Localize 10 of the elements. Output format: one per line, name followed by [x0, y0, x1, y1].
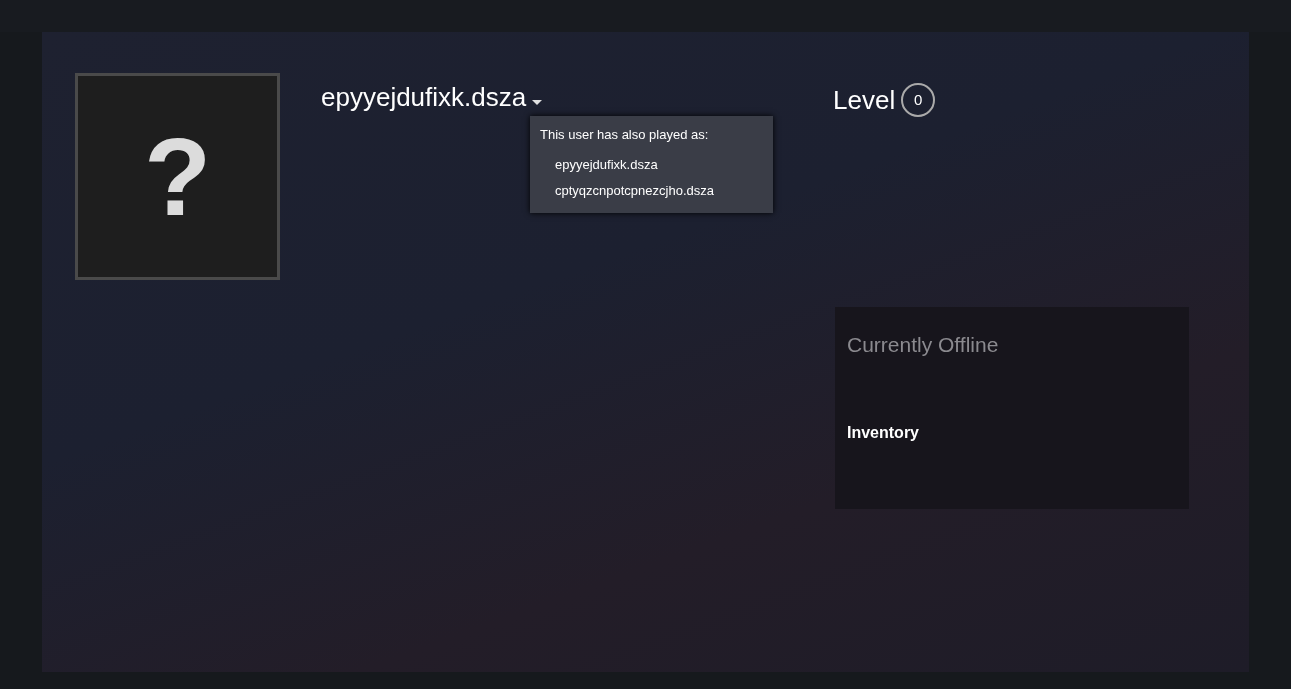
profile-name: epyyejdufixk.dsza [321, 84, 527, 110]
level-badge: 0 [901, 83, 936, 117]
caret-icon[interactable] [532, 100, 543, 106]
popup-title: This user has also played as: [540, 126, 710, 144]
status-text: Currently Offline [847, 332, 1000, 358]
alias-name[interactable]: epyyejdufixk.dsza [540, 157, 765, 171]
alias-name[interactable]: cptyqzcnpotcpnezcjho.dsza [540, 183, 765, 197]
level-label: Level [833, 87, 896, 113]
avatar-glyph: ? [143, 121, 212, 232]
inventory-link[interactable]: Inventory [847, 420, 1177, 445]
